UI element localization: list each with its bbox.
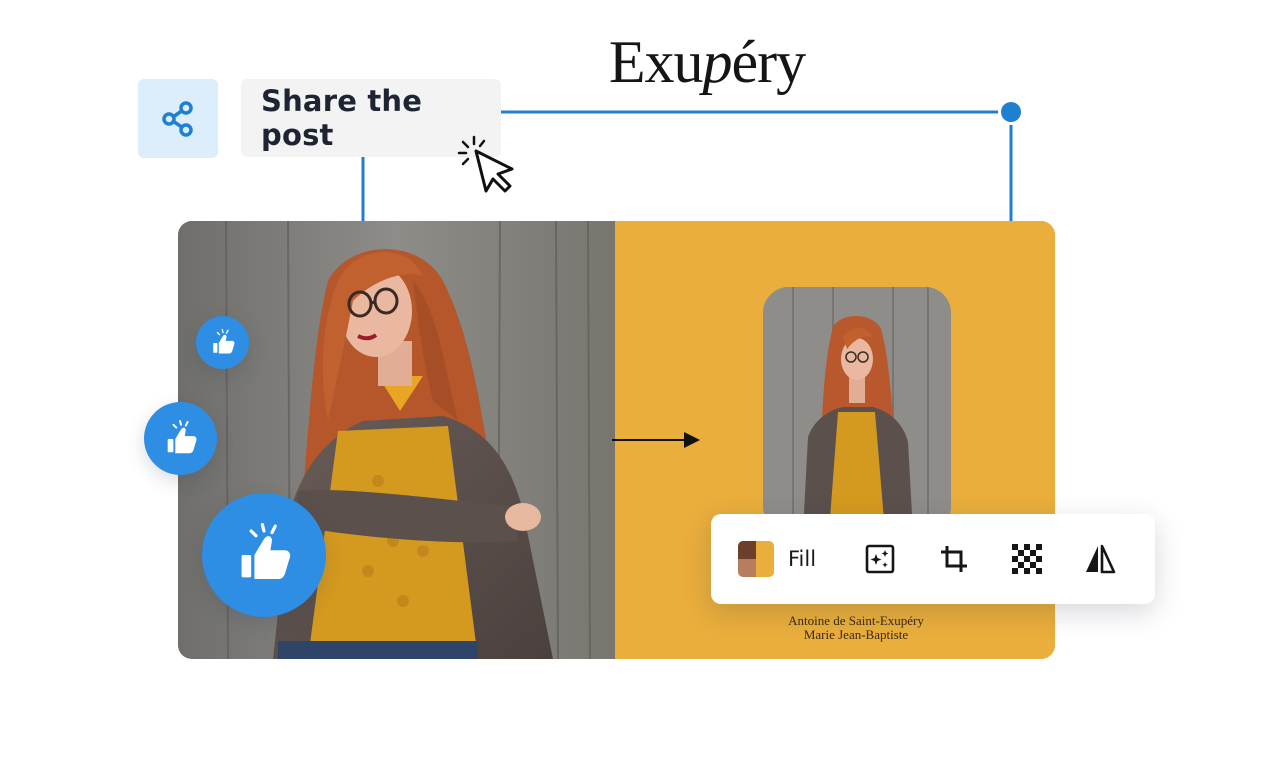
swatch-cell	[756, 541, 774, 559]
like-button-large[interactable]	[202, 493, 326, 617]
mouse-cursor-icon	[457, 135, 514, 193]
swatch-cell	[756, 559, 774, 577]
thumbs-up-icon	[241, 523, 291, 579]
image-toolbar: Fill	[711, 514, 1155, 604]
transform-arrow-icon	[612, 432, 700, 448]
co-author-name: Marie Jean-Baptiste	[803, 627, 909, 642]
thumbs-up-icon	[212, 328, 234, 353]
share-icon	[162, 100, 193, 137]
framed-woman-photo	[763, 287, 951, 532]
crop-icon	[941, 546, 967, 572]
book-title-rest: éry	[731, 29, 807, 95]
magic-enhance-icon	[865, 544, 895, 574]
crop-button[interactable]	[938, 543, 970, 575]
transparency-icon	[1012, 544, 1042, 574]
thumbs-up-icon	[167, 419, 197, 453]
framed-photo	[763, 287, 951, 532]
share-button[interactable]	[138, 79, 218, 158]
fill-swatch[interactable]	[738, 541, 774, 577]
flip-icon	[1086, 544, 1116, 574]
magic-enhance-button[interactable]	[864, 543, 896, 575]
book-title-italic: p	[702, 29, 733, 95]
like-button-small[interactable]	[196, 316, 249, 369]
swatch-cell	[738, 541, 756, 559]
swatch-cell	[738, 559, 756, 577]
book-title: Exupéry	[567, 28, 847, 97]
like-button-medium[interactable]	[144, 402, 217, 475]
transparency-button[interactable]	[1011, 543, 1043, 575]
book-title-part: Exu	[608, 29, 704, 95]
flip-button[interactable]	[1084, 543, 1116, 575]
fill-label[interactable]: Fill	[788, 547, 816, 571]
